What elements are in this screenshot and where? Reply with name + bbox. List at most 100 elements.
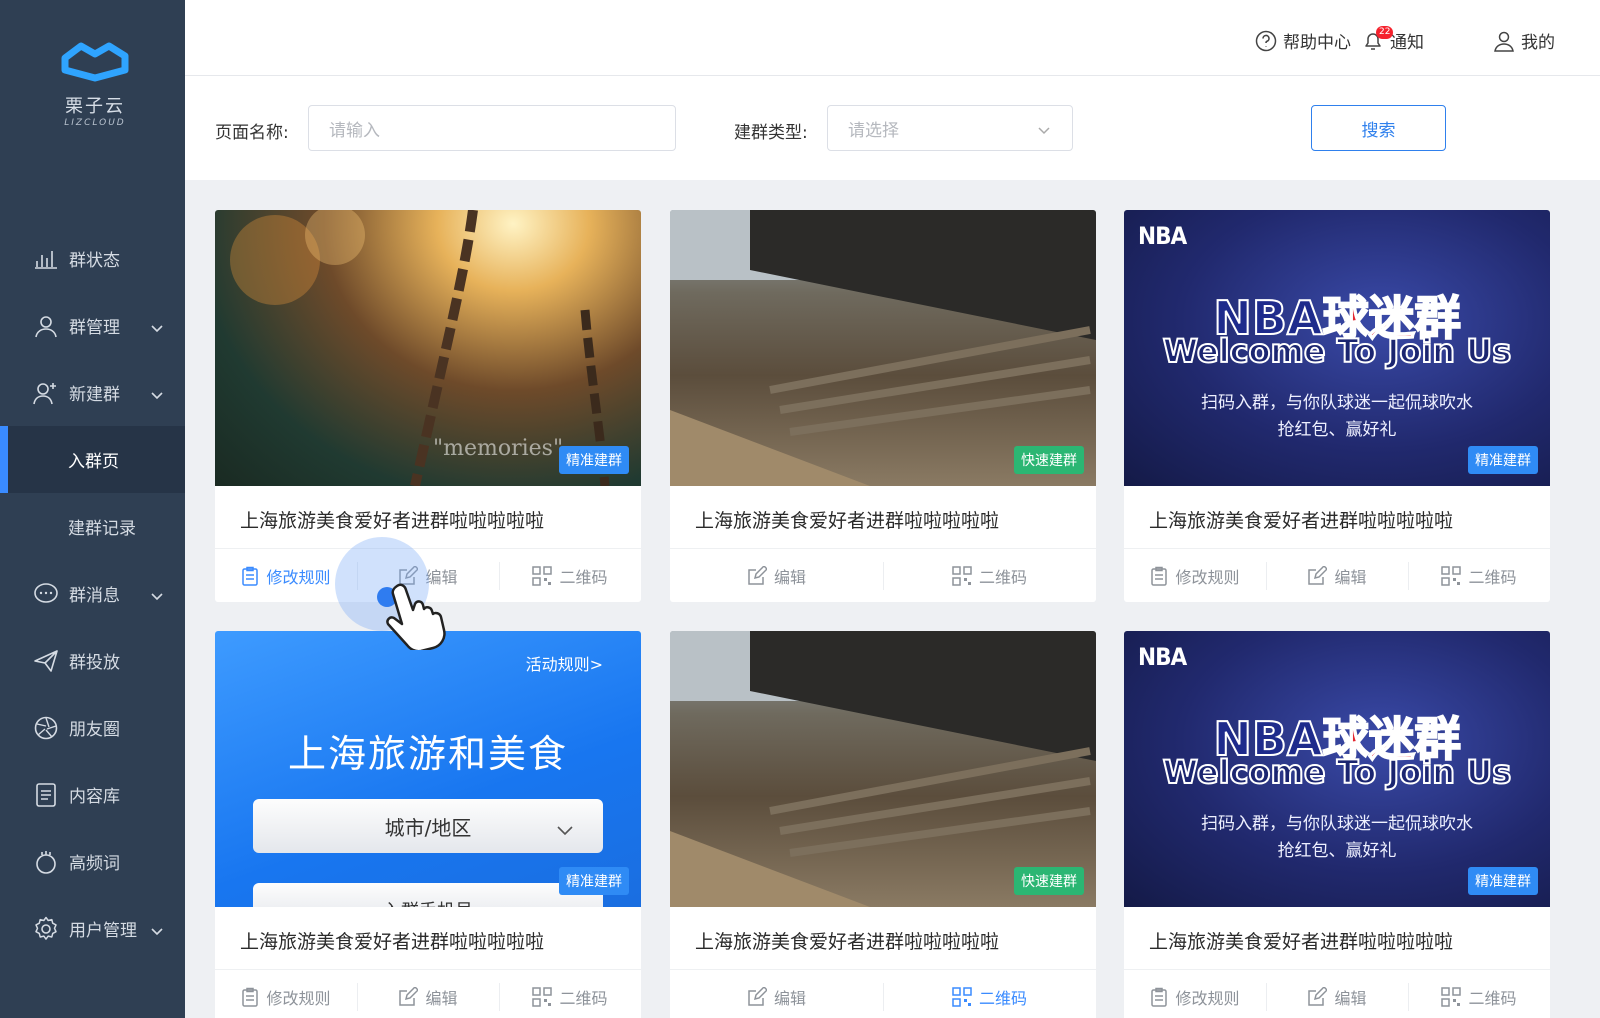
join-page-card[interactable]: 快速建群 上海旅游美食爱好者进群啦啦啦啦啦 编辑 二维码 [670,631,1096,1018]
join-page-card[interactable]: 活动规则> 上海旅游和美食 城市/地区 入群手机号 精准建群 上海旅游美食爱好者… [215,631,641,1018]
bell-icon: 22 [1362,25,1394,52]
card-title: 上海旅游美食爱好者进群啦啦啦啦啦 [695,931,1000,953]
clipboard-icon [1150,566,1168,586]
nba-logo: NBA [1138,643,1187,671]
tag-badge: 快速建群 [1014,867,1084,895]
page-name-label: 页面名称: [215,123,289,143]
poster-subtitle: Welcome To Join Us [1162,331,1512,371]
sidebar-item-label: 朋友圈 [69,720,120,740]
search-button[interactable]: 搜索 [1311,105,1446,151]
action-label: 编辑 [773,988,806,1008]
sidebar-item-moments[interactable]: 朋友圈 [0,694,185,761]
edit-rules-button[interactable]: 修改规则 [215,985,357,1009]
cloud-logo-icon [61,42,129,82]
hand-icon [33,849,59,875]
join-page-card[interactable]: "memories" 精准建群 上海旅游美食爱好者进群啦啦啦啦啦 修改规则 编辑… [215,210,641,602]
sidebar-item-label: 入群页 [68,452,119,472]
sidebar-nav: 群状态 群管理 新建群 入群页 建群记录 群消息 群投放 朋友圈 内容库 高频词… [0,225,185,962]
qrcode-icon [532,986,553,1007]
mine-link[interactable]: 我的 [1493,28,1555,53]
city-select: 城市/地区 [253,799,603,853]
qrcode-button[interactable]: 二维码 [1408,982,1550,1011]
qrcode-button[interactable]: 二维码 [883,561,1096,590]
qrcode-button[interactable]: 二维码 [499,982,641,1011]
group-type-placeholder: 请选择 [848,120,899,141]
join-page-card[interactable]: NBA NBA球迷群 Welcome To Join Us 扫码入群，与你队球迷… [1124,631,1550,1018]
help-center-link[interactable]: 帮助中心 [1255,28,1351,53]
action-label: 修改规则 [1175,567,1240,587]
notification-badge: 22 [1376,25,1394,39]
tag-badge: 快速建群 [1014,446,1084,474]
edit-button[interactable]: 编辑 [1266,561,1408,590]
card-actions: 修改规则 编辑 二维码 [1124,548,1550,602]
filter-bar: 页面名称: 请输入 建群类型: 请选择 搜索 [185,76,1600,180]
card-actions: 编辑 二维码 [670,548,1096,602]
card-image: "memories" 精准建群 [215,210,641,486]
sidebar-item-label: 群投放 [69,653,120,673]
action-label: 二维码 [1468,988,1517,1008]
edit-button[interactable]: 编辑 [670,564,883,588]
notification-label: 通知 [1390,33,1424,53]
tag-badge: 精准建群 [559,867,629,895]
edit-rules-button[interactable]: 修改规则 [1124,985,1266,1009]
edit-button[interactable]: 编辑 [357,982,499,1011]
notification-link[interactable]: 22 通知 [1362,25,1424,53]
clipboard-icon [241,987,259,1007]
brand-sub: LIZCLOUD [64,118,126,128]
tag-badge: 精准建群 [1468,867,1538,895]
sidebar-item-keywords[interactable]: 高频词 [0,828,185,895]
page-name-input[interactable]: 请输入 [308,105,676,151]
edit-button[interactable]: 编辑 [670,985,883,1009]
card-title: 上海旅游美食爱好者进群啦啦啦啦啦 [240,510,545,532]
group-type-select[interactable]: 请选择 [827,105,1073,151]
help-center-label: 帮助中心 [1283,33,1351,53]
poster-description: 扫码入群，与你队球迷一起侃球吹水 抢红包、赢好礼 [1201,393,1473,440]
sidebar-item-content-library[interactable]: 内容库 [0,761,185,828]
chevron-down-icon [557,817,573,841]
top-bar: 帮助中心 22 通知 我的 [185,0,1600,76]
brand-logo: 栗子云 LIZCLOUD [55,40,135,128]
card-image: 活动规则> 上海旅游和美食 城市/地区 入群手机号 精准建群 [215,631,641,907]
edit-button[interactable]: 编辑 [1266,982,1408,1011]
activity-rules-link: 活动规则> [525,655,603,674]
poster-description: 扫码入群，与你队球迷一起侃球吹水 抢红包、赢好礼 [1201,814,1473,861]
edit-icon [398,986,419,1007]
sidebar-item-user-manage[interactable]: 用户管理 [0,895,185,962]
qrcode-button[interactable]: 二维码 [883,982,1096,1011]
join-page-card[interactable]: 快速建群 上海旅游美食爱好者进群啦啦啦啦啦 编辑 二维码 [670,210,1096,602]
action-label: 修改规则 [1175,988,1240,1008]
card-title: 上海旅游美食爱好者进群啦啦啦啦啦 [240,931,545,953]
document-icon [33,782,59,808]
qrcode-button[interactable]: 二维码 [1408,561,1550,590]
card-actions: 修改规则 编辑 二维码 [1124,969,1550,1018]
card-image: NBA NBA球迷群 Welcome To Join Us 扫码入群，与你队球迷… [1124,631,1550,907]
chevron-down-icon [151,921,163,941]
chat-icon [33,581,59,607]
action-label: 修改规则 [266,567,331,587]
edit-icon [1307,986,1328,1007]
action-label: 编辑 [1334,567,1367,587]
card-title: 上海旅游美食爱好者进群啦啦啦啦啦 [1149,510,1454,532]
sidebar-item-join-page[interactable]: 入群页 [0,426,185,493]
tag-badge: 精准建群 [1468,446,1538,474]
bar-chart-icon [33,246,59,272]
qrcode-button[interactable]: 二维码 [499,561,641,590]
sidebar-item-label: 用户管理 [69,921,137,941]
sidebar-item-group-records[interactable]: 建群记录 [0,493,185,560]
join-page-card[interactable]: NBA NBA球迷群 Welcome To Join Us 扫码入群，与你队球迷… [1124,210,1550,602]
send-icon [33,648,59,674]
card-actions: 修改规则 编辑 二维码 [215,969,641,1018]
edit-rules-button[interactable]: 修改规则 [1124,564,1266,588]
sidebar-item-label: 内容库 [69,787,120,807]
sidebar-item-new-group[interactable]: 新建群 [0,359,185,426]
sidebar-item-group-status[interactable]: 群状态 [0,225,185,292]
sidebar-item-group-messages[interactable]: 群消息 [0,560,185,627]
qrcode-icon [1441,565,1462,586]
card-title: 上海旅游美食爱好者进群啦啦啦啦啦 [1149,931,1454,953]
sidebar-item-group-delivery[interactable]: 群投放 [0,627,185,694]
sidebar-item-label: 群管理 [69,318,120,338]
sidebar-item-group-manage[interactable]: 群管理 [0,292,185,359]
action-label: 二维码 [1468,567,1517,587]
user-icon [33,313,59,339]
chevron-down-icon [151,385,163,405]
